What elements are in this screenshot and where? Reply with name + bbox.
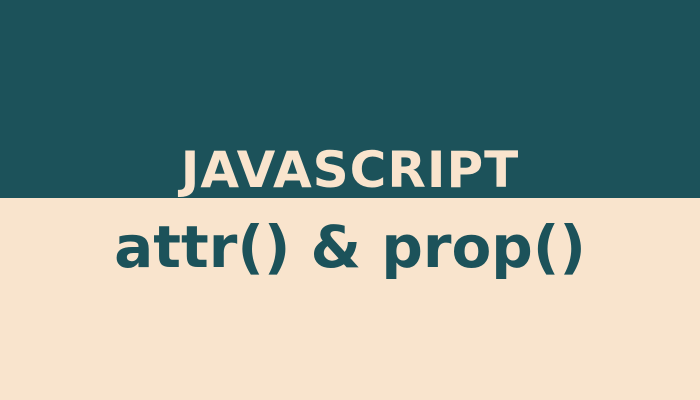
title-javascript: JAVASCRIPT — [180, 141, 520, 199]
title-attr-prop: attr() & prop() — [114, 213, 586, 281]
